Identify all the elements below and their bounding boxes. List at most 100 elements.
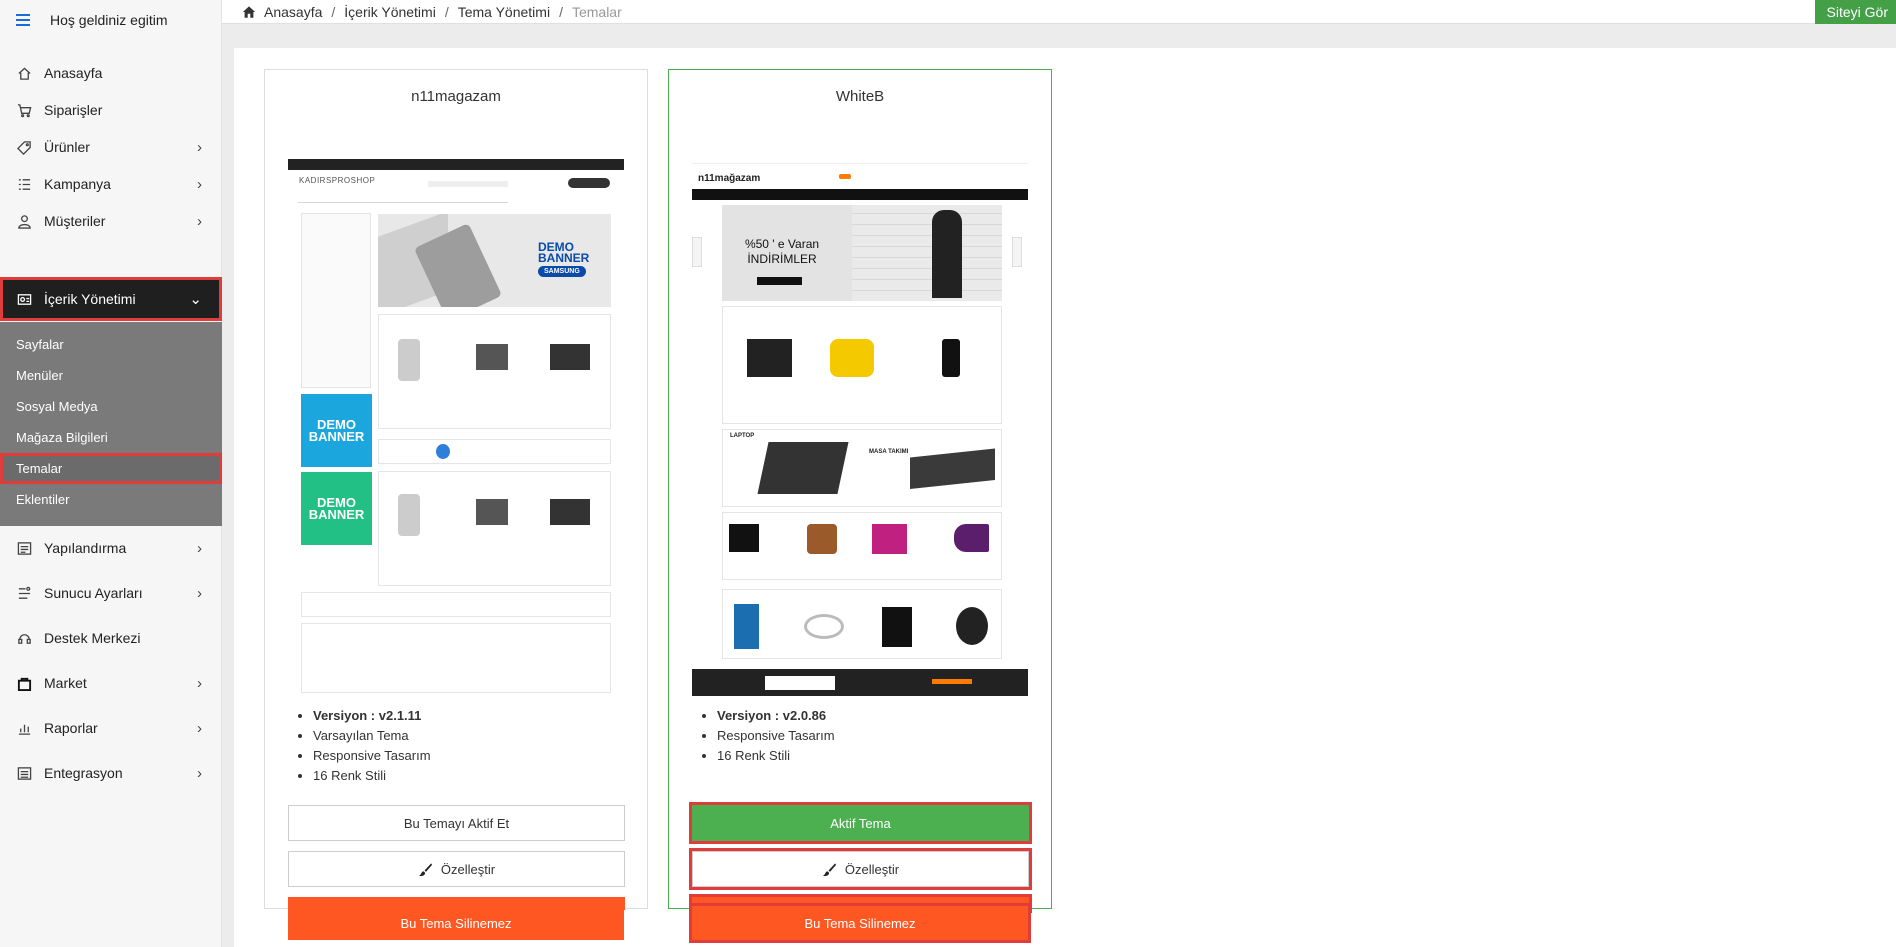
sidebar-item-label: Kampanya [44, 176, 111, 192]
feature-version: Versiyon : v2.1.11 [313, 706, 431, 726]
active-theme-button[interactable]: Aktif Tema [689, 802, 1032, 844]
theme-feature-list: Versiyon : v2.1.11 Varsayılan Tema Respo… [313, 706, 431, 786]
breadcrumb-separator: / [559, 3, 563, 20]
integration-icon [16, 765, 32, 781]
delete-theme-button-label: Bu Tema Silinemez [288, 906, 624, 940]
submenu-item-temalar[interactable]: Temalar [0, 453, 222, 484]
preview-hero-line2: İNDİRİMLER [747, 252, 817, 266]
sidebar-item-label: Müşteriler [44, 213, 106, 229]
sidebar-item-label: İçerik Yönetimi [44, 291, 136, 307]
paint-brush-icon [418, 862, 432, 876]
submenu-item-magaza-bilgileri[interactable]: Mağaza Bilgileri [0, 422, 222, 453]
main-content: n11magazam KADIRSPROSHOP DEMO BANNER SAM… [234, 48, 1896, 947]
customize-label: Özelleştir [440, 861, 496, 877]
preview-banner: DEMO BANNER SAMSUNG [378, 214, 611, 307]
preview-logo: n11mağazam [698, 173, 761, 184]
preview-banner-brand: SAMSUNG [538, 266, 586, 277]
paint-brush-icon [822, 862, 836, 876]
breadcrumb-home[interactable]: Anasayfa [264, 4, 322, 20]
submenu-item-eklentiler[interactable]: Eklentiler [0, 484, 222, 515]
support-icon [16, 630, 32, 646]
theme-preview-image[interactable]: n11mağazam %50 ' e Varan İNDİRİMLER LAPT… [692, 159, 1028, 696]
welcome-text: Hoş geldiniz egitim [50, 12, 168, 28]
preview-side-banner-green: DEMO BANNER [301, 472, 372, 545]
sidebar-item-label: Market [44, 675, 87, 691]
sidebar-item-yapilandirma[interactable]: Yapılandırma › [0, 526, 222, 570]
content-submenu: Sayfalar Menüler Sosyal Medya Mağaza Bil… [0, 322, 222, 526]
chevron-right-icon: › [197, 719, 202, 737]
sidebar-item-label: Ürünler [44, 139, 90, 155]
report-icon [16, 720, 32, 736]
home-icon [242, 5, 256, 18]
sidebar-item-label: Anasayfa [44, 65, 103, 81]
cart-icon [16, 102, 32, 118]
chevron-right-icon: › [197, 764, 202, 782]
bag-icon [16, 675, 32, 691]
breadcrumb-icerik-yonetimi[interactable]: İçerik Yönetimi [344, 4, 436, 20]
chevron-right-icon: › [197, 674, 202, 692]
feature-item: 16 Renk Stili [717, 746, 835, 766]
hamburger-menu-icon[interactable] [16, 14, 30, 26]
server-icon [16, 585, 32, 601]
chevron-right-icon: › [197, 539, 202, 557]
theme-card-whiteb: WhiteB n11mağazam %50 ' e Varan İNDİRİML… [668, 69, 1052, 913]
preview-hero-line1: %50 ' e Varan [744, 237, 820, 251]
submenu-item-sosyal-medya[interactable]: Sosyal Medya [0, 391, 222, 422]
user-icon [16, 213, 32, 229]
list-icon [16, 176, 32, 192]
customize-button[interactable]: Özelleştir [689, 848, 1032, 890]
preview-hero-banner: %50 ' e Varan İNDİRİMLER [722, 205, 1002, 301]
customize-label: Özelleştir [844, 861, 900, 877]
chevron-right-icon: › [197, 175, 202, 193]
breadcrumb-current: Temalar [571, 3, 622, 20]
breadcrumb: Anasayfa / İçerik Yönetimi / Tema Yöneti… [242, 4, 622, 20]
preview-section-laptop: LAPTOP [730, 433, 755, 439]
submenu-item-sayfalar[interactable]: Sayfalar [0, 329, 222, 360]
sidebar-item-icerik-yonetimi[interactable]: İçerik Yönetimi ⌄ [0, 277, 222, 321]
sidebar-item-label: Entegrasyon [44, 765, 123, 781]
view-site-button[interactable]: Siteyi Gör [1814, 0, 1896, 24]
sidebar-item-label: Sunucu Ayarları [44, 585, 143, 601]
sidebar-item-sunucu-ayarlari[interactable]: Sunucu Ayarları › [0, 571, 222, 615]
breadcrumb-tema-yonetimi[interactable]: Tema Yönetimi [458, 4, 550, 20]
preview-side-banner-blue: DEMO BANNER [301, 394, 372, 467]
feature-item: Responsive Tasarım [717, 726, 835, 746]
sidebar-item-destek-merkezi[interactable]: Destek Merkezi [0, 616, 222, 660]
chevron-right-icon: › [197, 138, 202, 156]
preview-banner-text: DEMO BANNER [538, 240, 590, 265]
sidebar-item-market[interactable]: Market › [0, 661, 222, 705]
sidebar-header: Hoş geldiniz egitim [0, 0, 221, 40]
feature-item: Varsayılan Tema [313, 726, 431, 746]
config-icon [16, 540, 32, 556]
sidebar-item-label: Raporlar [44, 720, 98, 736]
feature-item: 16 Renk Stili [313, 766, 431, 786]
chevron-down-icon: ⌄ [189, 291, 202, 308]
feature-version: Versiyon : v2.0.86 [717, 706, 835, 726]
theme-title: n11magazam [411, 88, 501, 105]
home-icon [16, 65, 32, 81]
chevron-right-icon: › [197, 584, 202, 602]
sidebar-item-label: Destek Merkezi [44, 630, 141, 646]
sidebar-item-label: Siparişler [44, 102, 103, 118]
content-icon [16, 291, 32, 307]
breadcrumb-separator: / [331, 3, 336, 20]
sidebar-item-entegrasyon[interactable]: Entegrasyon › [0, 751, 222, 795]
submenu-item-menuler[interactable]: Menüler [0, 360, 222, 391]
delete-theme-button-label: Bu Tema Silinemez [689, 903, 1031, 943]
tag-icon [16, 139, 32, 155]
theme-title: WhiteB [835, 88, 885, 105]
top-bar: Anasayfa / İçerik Yönetimi / Tema Yöneti… [222, 0, 1896, 24]
chevron-right-icon: › [197, 212, 202, 230]
sidebar-item-label: Yapılandırma [44, 540, 127, 556]
sidebar-item-raporlar[interactable]: Raporlar › [0, 706, 222, 750]
theme-preview-image[interactable]: KADIRSPROSHOP DEMO BANNER SAMSUNG DEMO BA… [288, 159, 624, 696]
customize-button[interactable]: Özelleştir [288, 851, 625, 887]
preview-logo: KADIRSPROSHOP [299, 176, 376, 185]
breadcrumb-separator: / [444, 3, 449, 20]
activate-theme-button[interactable]: Bu Temayı Aktif Et [288, 805, 625, 841]
theme-feature-list: Versiyon : v2.0.86 Responsive Tasarım 16… [717, 706, 835, 766]
sidebar: Hoş geldiniz egitim Anasayfa Siparişler … [0, 0, 222, 947]
feature-item: Responsive Tasarım [313, 746, 431, 766]
theme-card-n11magazam: n11magazam KADIRSPROSHOP DEMO BANNER SAM… [264, 69, 648, 910]
sidebar-item-musteriler[interactable]: Müşteriler › [0, 199, 222, 243]
